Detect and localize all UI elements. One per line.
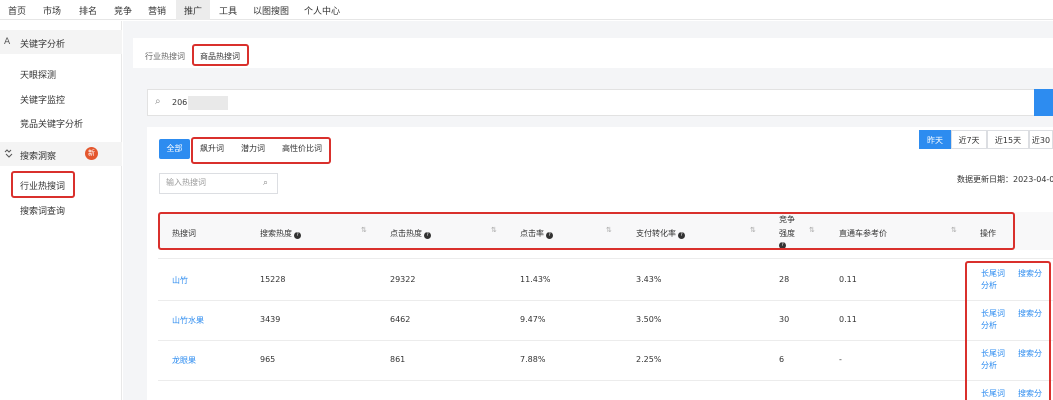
sidebar-item-search-word-query[interactable]: 搜索词查询 xyxy=(20,204,65,217)
nav-item-home[interactable]: 首页 xyxy=(8,4,26,17)
cell-conversion: 2.25% xyxy=(636,355,662,364)
row-divider xyxy=(158,340,1053,341)
top-nav: 首页 市场 排名 竞争 营销 推广 工具 以图搜图 个人中心 xyxy=(0,0,1053,20)
row-keyword-link[interactable]: 山竹水果 xyxy=(172,315,204,326)
nav-item-competition[interactable]: 竞争 xyxy=(114,4,132,17)
hot-word-filter-input[interactable]: ⌕ xyxy=(159,173,278,194)
keyword-analysis-icon: A xyxy=(4,37,11,47)
content-panel xyxy=(147,127,1053,400)
cell-conversion: 3.43% xyxy=(636,275,662,284)
search-icon: ⌕ xyxy=(155,96,161,107)
cell-search-heat: 965 xyxy=(260,355,276,364)
highlight-box-actions xyxy=(965,261,1051,400)
highlight-box-header xyxy=(158,212,1015,250)
sidebar-item-competitor-keywords[interactable]: 竞品关键字分析 xyxy=(20,117,83,130)
nav-item-image-search[interactable]: 以图搜图 xyxy=(253,4,289,17)
update-date: 数据更新日期：2023-04-0 xyxy=(957,175,1053,184)
sidebar: A 关键字分析 天眼探测 关键字监控 竞品关键字分析 搜索洞察 新 行业热搜词 … xyxy=(0,21,122,400)
sidebar-group-keyword-analysis[interactable]: A 关键字分析 xyxy=(0,30,122,54)
cell-competition: 6 xyxy=(779,355,785,364)
range-yesterday-button[interactable]: 昨天 xyxy=(919,130,951,149)
cell-competition: 30 xyxy=(779,315,790,324)
row-keyword-link[interactable]: 龙眼果 xyxy=(172,355,196,366)
cell-click-heat: 29322 xyxy=(390,275,416,284)
range-15days-button[interactable]: 近15天 xyxy=(987,130,1029,149)
nav-item-market[interactable]: 市场 xyxy=(43,4,61,17)
cell-click-heat: 861 xyxy=(390,355,406,364)
cell-ref-price: - xyxy=(839,355,842,364)
sidebar-group-label: 搜索洞察 xyxy=(20,152,57,162)
highlight-box-filters xyxy=(191,137,331,164)
search-icon: ⌕ xyxy=(263,178,269,188)
search-trend-icon xyxy=(4,149,14,162)
nav-item-profile[interactable]: 个人中心 xyxy=(304,4,340,17)
range-7days-button[interactable]: 近7天 xyxy=(951,130,987,149)
cell-ctr: 7.88% xyxy=(520,355,546,364)
range-30days-button[interactable]: 近30 xyxy=(1029,130,1053,149)
nav-item-promotion[interactable]: 推广 xyxy=(184,4,202,17)
cell-ref-price: 0.11 xyxy=(839,275,857,284)
cell-ref-price: 0.11 xyxy=(839,315,857,324)
new-badge: 新 xyxy=(85,147,98,160)
sidebar-item-sky-eye[interactable]: 天眼探测 xyxy=(20,68,56,81)
cell-search-heat: 15228 xyxy=(260,275,286,284)
cell-conversion: 3.50% xyxy=(636,315,662,324)
highlight-box-tab xyxy=(192,44,249,66)
cell-competition: 28 xyxy=(779,275,790,284)
nav-item-tools[interactable]: 工具 xyxy=(219,4,237,17)
sidebar-group-label: 关键字分析 xyxy=(20,40,66,50)
cell-search-heat: 3439 xyxy=(260,315,281,324)
row-keyword-link[interactable]: 山竹 xyxy=(172,275,188,286)
nav-item-ranking[interactable]: 排名 xyxy=(79,4,97,17)
cell-ctr: 9.47% xyxy=(520,315,546,324)
tab-industry-hot-words[interactable]: 行业热搜词 xyxy=(145,51,185,62)
cell-ctr: 11.43% xyxy=(520,275,551,284)
cell-click-heat: 6462 xyxy=(390,315,411,324)
search-button[interactable] xyxy=(1034,89,1053,116)
search-input[interactable]: 206 xyxy=(172,98,187,107)
row-divider xyxy=(158,258,1053,259)
sidebar-item-keyword-monitor[interactable]: 关键字监控 xyxy=(20,93,65,106)
search-bar[interactable]: ⌕ 206 xyxy=(147,89,1053,116)
tab-panel xyxy=(133,38,1053,68)
sidebar-group-search-insight[interactable]: 搜索洞察 新 xyxy=(0,142,122,166)
row-divider xyxy=(158,300,1053,301)
row-divider xyxy=(158,380,1053,381)
nav-item-marketing[interactable]: 营销 xyxy=(148,4,166,17)
hot-word-input-field[interactable] xyxy=(166,178,256,187)
filter-all-button[interactable]: 全部 xyxy=(159,139,190,159)
highlight-box-sidebar xyxy=(11,171,75,198)
redaction-mask xyxy=(188,96,228,110)
